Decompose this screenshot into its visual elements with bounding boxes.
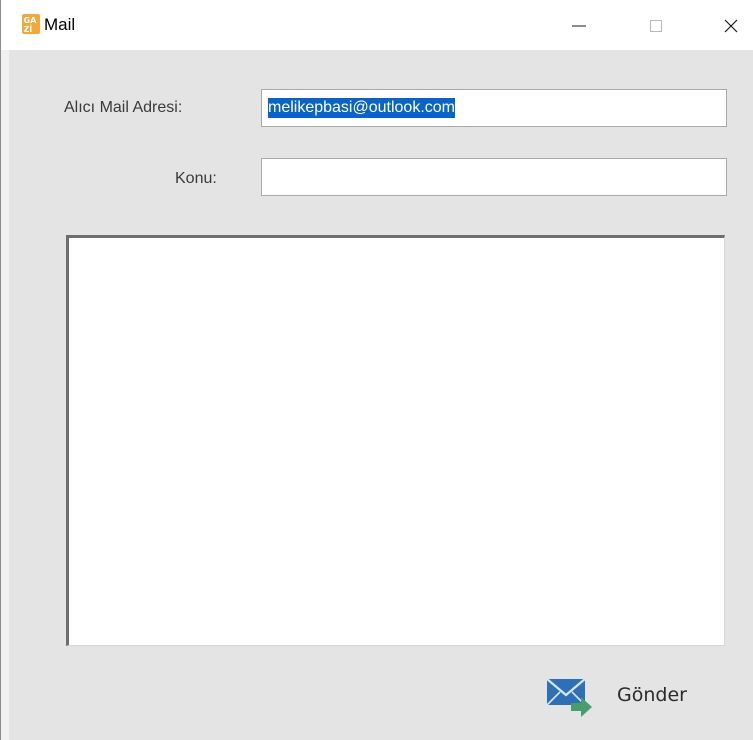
maximize-icon: [650, 20, 662, 32]
mail-window: GA Zİ Mail Alıcı Mail Adresi: melikepbas…: [0, 0, 753, 740]
maximize-button[interactable]: [634, 8, 678, 44]
close-button[interactable]: [709, 8, 753, 44]
gazi-logo-icon: GA Zİ: [22, 14, 40, 34]
svg-text:Zİ: Zİ: [24, 24, 33, 34]
mail-send-icon: [546, 678, 592, 717]
title-bar[interactable]: GA Zİ Mail: [1, 0, 753, 50]
recipient-input[interactable]: melikepbasi@outlook.com: [261, 89, 727, 127]
minimize-button[interactable]: [557, 8, 601, 44]
recipient-value: melikepbasi@outlook.com: [268, 98, 455, 118]
send-button[interactable]: Gönder: [541, 670, 711, 720]
svg-text:GA: GA: [24, 16, 38, 25]
message-body-textarea[interactable]: [66, 235, 725, 646]
window-title: Mail: [44, 15, 76, 34]
close-icon: [724, 19, 738, 33]
subject-input[interactable]: [261, 158, 727, 196]
subject-label: Konu:: [175, 170, 217, 187]
send-button-label: Gönder: [617, 684, 687, 706]
recipient-label: Alıcı Mail Adresi:: [64, 99, 183, 116]
mail-form: Alıcı Mail Adresi: melikepbasi@outlook.c…: [9, 50, 753, 740]
minimize-icon: [572, 25, 586, 27]
